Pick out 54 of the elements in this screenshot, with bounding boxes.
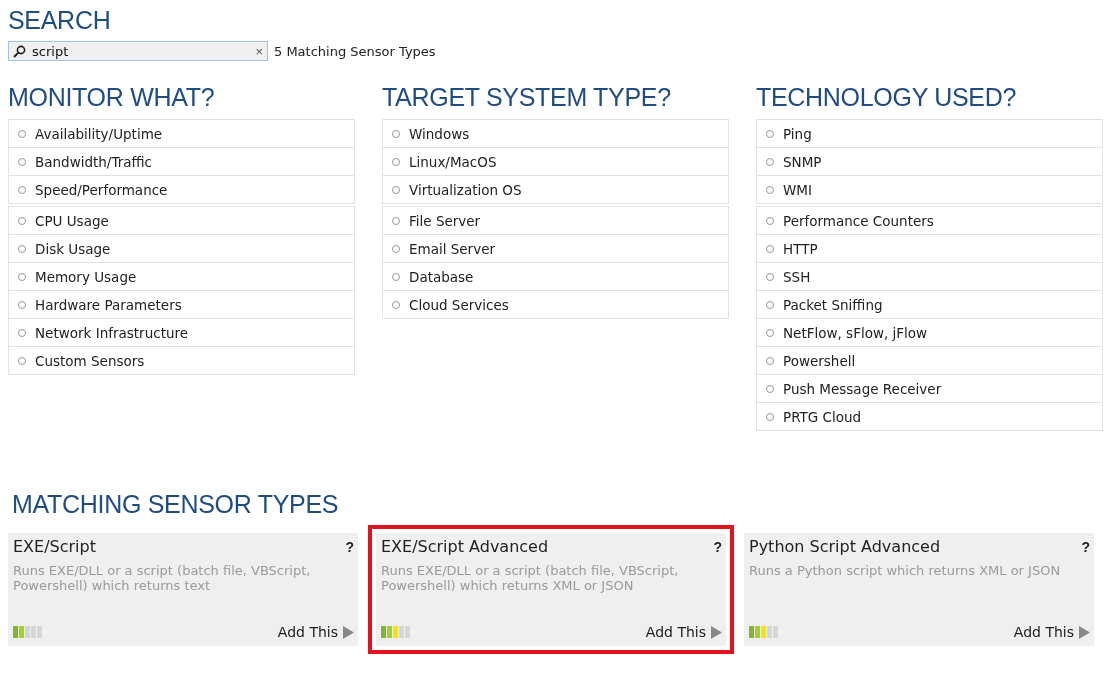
filter-option[interactable]: Hardware Parameters — [35, 296, 182, 313]
filter-option[interactable]: Email Server — [409, 240, 496, 257]
column-heading: TECHNOLOGY USED? — [756, 83, 1018, 112]
filter-option[interactable]: WMI — [783, 181, 812, 198]
card-description: Runs a Python script which returns XML or JSON — [749, 563, 1062, 578]
filter-option[interactable]: Disk Usage — [35, 240, 111, 257]
filter-option[interactable]: PRTG Cloud — [783, 408, 862, 425]
sensor-card[interactable]: EXE/Script Advanced ? Runs EXE/DLL or a script (batch file, VBScript, Powershell) which returns XML or JSON Add This — [376, 533, 726, 646]
filter-option[interactable]: File Server — [409, 212, 481, 229]
add-button[interactable]: Add This — [645, 624, 722, 640]
card-title: EXE/Script — [13, 537, 96, 556]
filter-option[interactable]: Ping — [783, 125, 812, 142]
add-button[interactable]: Add This — [277, 624, 354, 640]
filter-option[interactable]: SNMP — [783, 153, 822, 170]
card-description: Runs EXE/DLL or a script (batch file, VBScript, Powershell) which returns XML or JSON — [381, 563, 680, 593]
filter-option[interactable]: NetFlow, sFlow, jFlow — [783, 324, 928, 341]
result-count: 5 Matching Sensor Types — [274, 43, 436, 59]
card-description: Runs EXE/DLL or a script (batch file, VBScript, Powershell) which returns text — [13, 563, 312, 593]
help-button[interactable]: ? — [713, 539, 722, 555]
play-icon — [711, 625, 722, 639]
sensor-card[interactable]: Python Script Advanced ? Runs a Python script which returns XML or JSON Add This — [744, 533, 1094, 646]
filter-option[interactable]: Bandwidth/Traffic — [35, 153, 152, 170]
help-button[interactable]: ? — [345, 539, 354, 555]
filter-option[interactable]: Virtualization OS — [409, 181, 522, 198]
filter-option[interactable]: HTTP — [783, 240, 818, 257]
filter-option[interactable]: Linux/MacOS — [409, 153, 497, 170]
filter-option[interactable]: Custom Sensors — [35, 352, 145, 369]
filter-option[interactable]: CPU Usage — [35, 212, 109, 229]
play-icon — [343, 625, 354, 639]
column-heading: MONITOR WHAT? — [8, 83, 216, 112]
sensor-card[interactable]: EXE/Script ? Runs EXE/DLL or a script (batch file, VBScript, Powershell) which returns text Add This — [8, 533, 358, 646]
filter-option[interactable]: Speed/Performance — [35, 181, 168, 198]
clear-button[interactable]: × — [255, 43, 263, 59]
card-title: Python Script Advanced — [749, 537, 941, 556]
filter-option[interactable]: Network Infrastructure — [35, 324, 189, 341]
search-field[interactable]: script × — [8, 41, 268, 61]
play-icon — [1079, 625, 1090, 639]
filter-option[interactable]: Push Message Receiver — [783, 380, 942, 397]
help-button[interactable]: ? — [1081, 539, 1090, 555]
filter-option[interactable]: Memory Usage — [35, 268, 137, 285]
filter-option[interactable]: Database — [409, 268, 474, 285]
section-heading: MATCHING SENSOR TYPES — [11, 490, 340, 519]
add-button[interactable]: Add This — [1013, 624, 1090, 640]
filter-option[interactable]: Performance Counters — [783, 212, 934, 229]
filter-option[interactable]: SSH — [783, 268, 811, 285]
filter-option[interactable]: Cloud Services — [409, 296, 509, 313]
search-icon — [13, 44, 26, 58]
column-heading: TARGET SYSTEM TYPE? — [382, 83, 672, 112]
filter-option[interactable]: Powershell — [783, 352, 856, 369]
section-heading: SEARCH — [8, 6, 112, 35]
filter-option[interactable]: Packet Sniffing — [783, 296, 883, 313]
card-title: EXE/Script Advanced — [381, 537, 549, 556]
filter-option[interactable]: Windows — [409, 125, 470, 142]
filter-option[interactable]: Availability/Uptime — [35, 125, 163, 142]
